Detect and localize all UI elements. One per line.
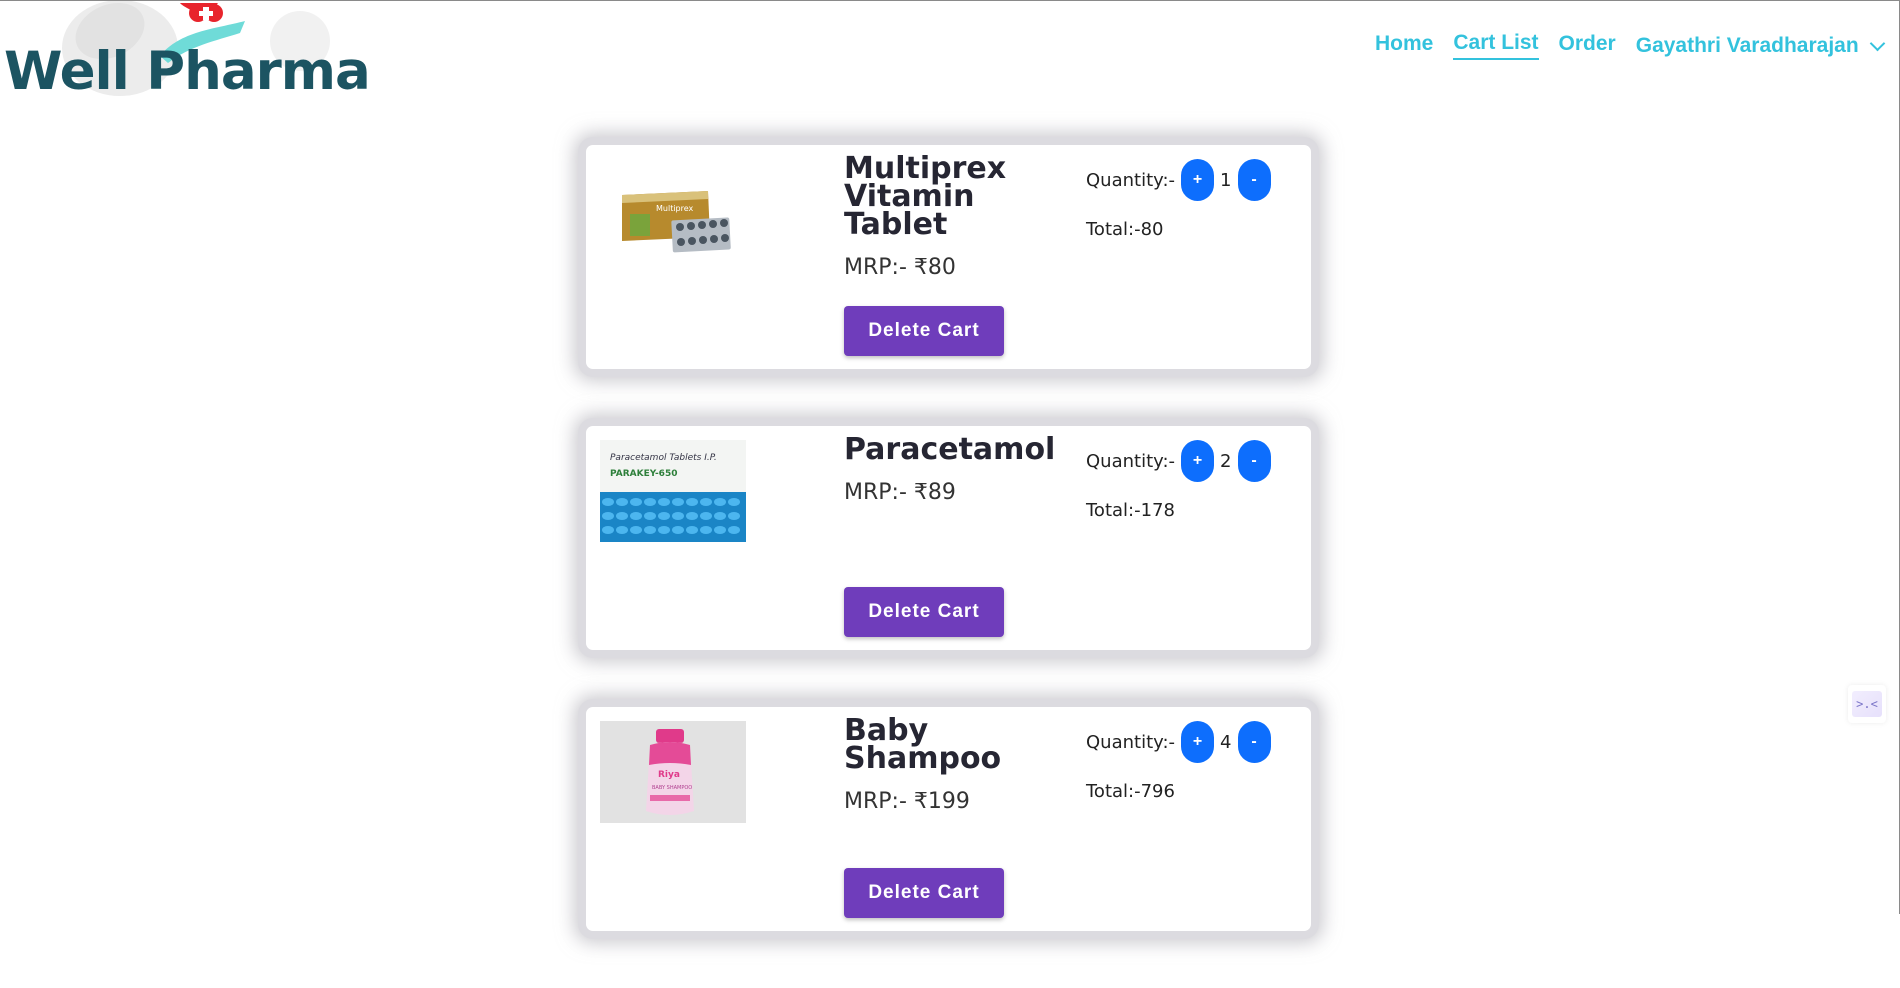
product-name: Multiprex Vitamin Tablet — [844, 151, 1007, 242]
cart-item-card: Multiprex Multiprex Vitamin Tablet MRP:-… — [586, 145, 1311, 369]
product-box-subtext: PARAKEY-650 — [610, 469, 677, 479]
quantity-stepper: Quantity:- + 4 - — [1086, 721, 1271, 763]
delete-cart-button[interactable]: Delete Cart — [844, 868, 1004, 918]
product-mrp: MRP:- ₹89 — [844, 480, 956, 505]
product-box-subtext: BABY SHAMPOO — [652, 785, 692, 791]
product-box-text: Paracetamol Tablets I.P. — [610, 453, 717, 463]
product-mrp: MRP:- ₹80 — [844, 255, 956, 280]
delete-cart-button[interactable]: Delete Cart — [844, 587, 1004, 637]
item-total: Total:-796 — [1086, 781, 1175, 802]
product-name: Baby Shampoo — [844, 713, 1002, 776]
quantity-stepper: Quantity:- + 1 - — [1086, 159, 1271, 201]
product-name: Paracetamol — [844, 432, 1056, 467]
nav-home[interactable]: Home — [1375, 32, 1433, 59]
decrease-quantity-button[interactable]: - — [1237, 159, 1271, 201]
quantity-label: Quantity:- — [1086, 731, 1176, 753]
product-mrp: MRP:- ₹199 — [844, 789, 970, 814]
quantity-label: Quantity:- — [1086, 169, 1176, 191]
cart-item-card: Riya BABY SHAMPOO Baby Shampoo MRP:- ₹19… — [586, 707, 1311, 931]
product-box-text: Riya — [658, 770, 680, 780]
product-box-text: Multiprex — [656, 204, 694, 213]
quantity-value: 4 — [1220, 731, 1232, 753]
chevron-down-icon — [1869, 35, 1885, 51]
product-image: Paracetamol Tablets I.P. PARAKEY-650 — [600, 440, 746, 542]
quantity-label: Quantity:- — [1086, 450, 1176, 472]
user-menu-dropdown[interactable]: Gayathri Varadharajan — [1635, 33, 1885, 58]
widget-face-icon: >.< — [1852, 691, 1882, 717]
decrease-quantity-button[interactable]: - — [1237, 721, 1271, 763]
increase-quantity-button[interactable]: + — [1181, 721, 1215, 763]
product-image: Riya BABY SHAMPOO — [600, 721, 746, 823]
floating-widget-button[interactable]: >.< — [1848, 685, 1886, 723]
cart-item-card: Paracetamol Tablets I.P. PARAKEY-650 Par… — [586, 426, 1311, 650]
increase-quantity-button[interactable]: + — [1181, 440, 1215, 482]
delete-cart-button[interactable]: Delete Cart — [844, 306, 1004, 356]
top-navbar: Well Pharma Home Cart List Order Gayathr… — [0, 0, 1900, 111]
decrease-quantity-button[interactable]: - — [1237, 440, 1271, 482]
item-total: Total:-178 — [1086, 500, 1175, 521]
brand-logo[interactable]: Well Pharma — [0, 0, 371, 102]
quantity-stepper: Quantity:- + 2 - — [1086, 440, 1271, 482]
quantity-value: 1 — [1220, 169, 1232, 191]
user-name: Gayathri Varadharajan — [1635, 33, 1859, 57]
main-nav: Home Cart List Order Gayathri Varadharaj… — [1375, 31, 1885, 60]
increase-quantity-button[interactable]: + — [1181, 159, 1215, 201]
brand-name: Well Pharma — [4, 41, 371, 102]
product-image: Multiprex — [600, 159, 746, 261]
quantity-value: 2 — [1220, 450, 1232, 472]
item-total: Total:-80 — [1086, 219, 1164, 240]
cart-list: Multiprex Multiprex Vitamin Tablet MRP:-… — [570, 145, 1315, 988]
nav-cart-list[interactable]: Cart List — [1453, 31, 1539, 60]
nav-order[interactable]: Order — [1559, 32, 1616, 59]
